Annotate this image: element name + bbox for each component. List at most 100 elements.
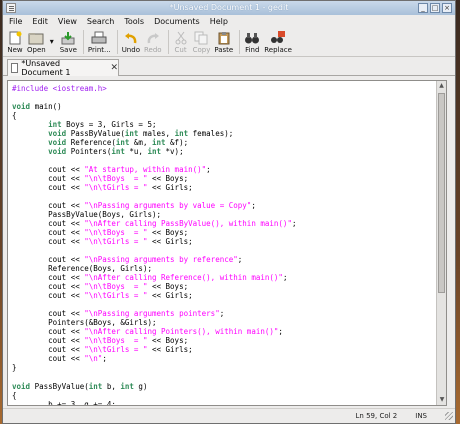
code-token: Reference( (66, 138, 116, 148)
code-line[interactable]: cout << "\n\tGirls = " << Girls; (12, 237, 446, 246)
code-token: Boys = 3, Girls = 5; (61, 120, 157, 130)
code-line[interactable]: cout << "\nAfter calling PassByValue(), … (12, 219, 446, 228)
code-line[interactable]: cout << "\n\tBoys = " << Boys; (12, 336, 446, 345)
undo-label: Undo (121, 46, 140, 54)
code-token: << Girls; (147, 291, 193, 301)
code-line[interactable]: cout << "\n\tBoys = " << Boys; (12, 228, 446, 237)
code-line[interactable]: cout << "\n"; (12, 354, 446, 363)
replace-button[interactable]: Replace (264, 31, 292, 54)
code-line[interactable]: cout << "\n\tBoys = " << Boys; (12, 174, 446, 183)
code-line[interactable] (12, 300, 446, 309)
code-token: void (48, 129, 67, 139)
minimize-icon[interactable]: _ (418, 3, 428, 13)
code-line[interactable]: cout << "\nPassing arguments by value = … (12, 201, 446, 210)
cut-button[interactable]: Cut (173, 31, 189, 54)
toolbar-separator (239, 30, 241, 54)
code-token: ; (291, 219, 297, 229)
code-line[interactable] (12, 156, 446, 165)
code-line[interactable]: PassByValue(Boys, Girls); (12, 210, 446, 219)
code-line[interactable]: cout << "\nAfter calling Pointers(), wit… (12, 327, 446, 336)
code-token: cout << (12, 273, 85, 283)
open-button[interactable]: Open (27, 31, 46, 54)
code-line[interactable]: { (12, 111, 446, 120)
code-token: "\nPassing arguments pointers" (84, 309, 220, 319)
code-token: b += 3, g += 4; (12, 399, 116, 406)
scroll-up-icon[interactable]: ▲ (437, 81, 446, 91)
code-line[interactable] (12, 373, 446, 382)
print-label: Print... (87, 46, 111, 54)
code-line[interactable]: #include <iostream.h> (12, 84, 446, 93)
code-line[interactable]: cout << "At startup, within main()"; (12, 165, 446, 174)
code-text[interactable]: #include <iostream.h> void main(){ int B… (8, 81, 446, 406)
text-editor[interactable]: #include <iostream.h> void main(){ int B… (7, 80, 447, 406)
new-button[interactable]: New (7, 31, 23, 54)
menu-tools[interactable]: Tools (124, 15, 144, 29)
open-recent-dropdown[interactable]: ▾ (50, 30, 54, 54)
code-line[interactable]: void Pointers(int *u, int *v); (12, 147, 446, 156)
code-line[interactable] (12, 192, 446, 201)
title-bar[interactable]: *Unsaved Document 1 - gedit _ □ × (3, 1, 455, 15)
code-line[interactable]: cout << "\n\tGirls = " << Girls; (12, 183, 446, 192)
undo-button[interactable]: Undo (122, 31, 140, 54)
gedit-window: *Unsaved Document 1 - gedit _ □ × File E… (2, 0, 456, 424)
find-label: Find (245, 46, 260, 54)
code-token: ; (206, 165, 211, 175)
code-line[interactable]: b += 3, g += 4; (12, 399, 446, 406)
code-line[interactable]: cout << "\nAfter calling Reference(), wi… (12, 273, 446, 282)
menu-search[interactable]: Search (87, 15, 114, 29)
code-token: *v); (161, 147, 184, 157)
code-token: cout << (12, 354, 85, 364)
code-token: ; (251, 201, 256, 211)
code-token: main() (30, 102, 62, 112)
code-token: cout << (12, 255, 85, 265)
code-line[interactable] (12, 246, 446, 255)
save-button[interactable]: Save (60, 31, 77, 54)
code-line[interactable]: } (12, 363, 446, 372)
scroll-down-icon[interactable]: ▼ (437, 395, 446, 405)
tab-label: *Unsaved Document 1 (21, 59, 71, 77)
code-line[interactable]: void PassByValue(int b, int g) (12, 382, 446, 391)
code-line[interactable]: cout << "\nPassing arguments by referenc… (12, 255, 446, 264)
code-line[interactable]: Reference(Boys, Girls); (12, 264, 446, 273)
maximize-icon[interactable]: □ (430, 3, 440, 13)
copy-button[interactable]: Copy (193, 31, 210, 54)
cursor-position: Ln 59, Col 2 (355, 412, 398, 420)
scrollbar-thumb[interactable] (438, 93, 445, 293)
menu-file[interactable]: File (9, 15, 22, 29)
code-token: void (48, 147, 67, 157)
code-token: int (88, 381, 103, 391)
gedit-app-icon[interactable] (6, 3, 16, 13)
resize-grip-icon[interactable] (445, 412, 453, 420)
paste-button[interactable]: Paste (214, 31, 233, 54)
code-line[interactable]: void Reference(int &m, int &f); (12, 138, 446, 147)
code-line[interactable]: void main() (12, 102, 446, 111)
code-token: "\nAfter calling Pointers(), within main… (84, 327, 279, 337)
close-window-icon[interactable]: × (442, 3, 452, 13)
menu-edit[interactable]: Edit (32, 15, 48, 29)
copy-icon (194, 31, 208, 45)
code-line[interactable]: Pointers(&Boys, &Girls); (12, 318, 446, 327)
code-line[interactable]: cout << "\n\tBoys = " << Boys; (12, 282, 446, 291)
tab-unsaved-document-1[interactable]: *Unsaved Document 1 ✕ (7, 59, 119, 77)
code-token: "\n\tGirls = " (84, 183, 148, 193)
code-line[interactable] (12, 93, 446, 102)
code-line[interactable]: int Boys = 3, Girls = 5; (12, 120, 446, 129)
redo-button[interactable]: Redo (144, 31, 162, 54)
code-token: "\nAfter calling Reference(), within mai… (84, 273, 283, 283)
code-line[interactable]: { (12, 391, 446, 400)
code-token: int (147, 147, 162, 157)
code-line[interactable]: void PassByValue(int males, int females)… (12, 129, 446, 138)
code-token: b, (102, 381, 121, 391)
menu-documents[interactable]: Documents (154, 15, 200, 29)
code-token: females); (188, 129, 234, 139)
menu-help[interactable]: Help (210, 15, 228, 29)
code-line[interactable]: cout << "\n\tGirls = " << Girls; (12, 291, 446, 300)
menu-view[interactable]: View (58, 15, 77, 29)
close-icon[interactable]: ✕ (110, 63, 118, 73)
code-line[interactable]: cout << "\nPassing arguments pointers"; (12, 309, 446, 318)
code-line[interactable]: cout << "\n\tGirls = " << Girls; (12, 345, 446, 354)
vertical-scrollbar[interactable]: ▲ ▼ (436, 81, 446, 405)
find-button[interactable]: Find (244, 31, 260, 54)
print-button[interactable]: Print... (88, 31, 111, 54)
